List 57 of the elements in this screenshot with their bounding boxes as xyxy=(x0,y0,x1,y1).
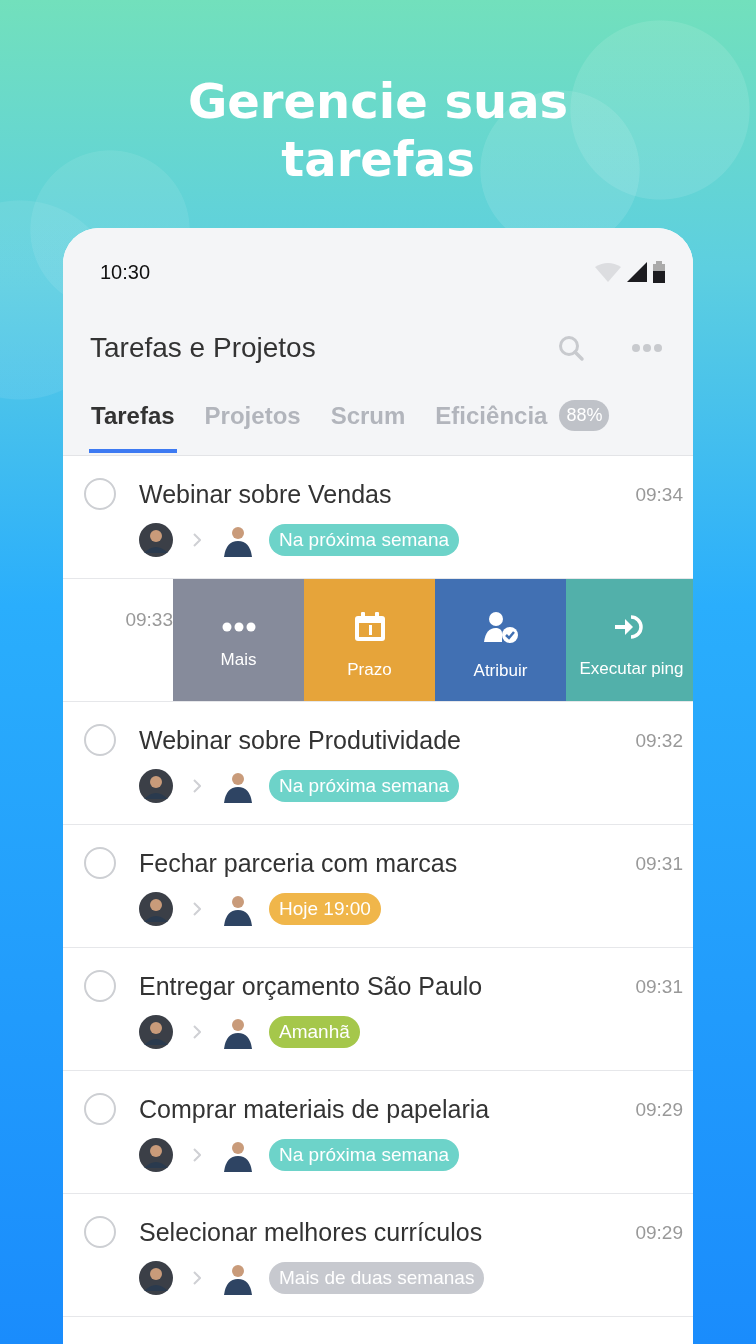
due-tag: Na próxima semana xyxy=(269,1139,460,1171)
screen-title: Tarefas e Projetos xyxy=(90,332,317,364)
task-checkbox[interactable] xyxy=(84,478,116,510)
task-time: 09:29 xyxy=(635,1098,683,1121)
chevron-icon xyxy=(193,1148,201,1162)
battery-icon xyxy=(653,261,665,283)
avatar-icon xyxy=(139,892,173,926)
more-icon xyxy=(221,622,256,632)
swipe-action[interactable]: Atribuir xyxy=(435,579,566,701)
percent-badge: 88% xyxy=(559,400,610,431)
chevron-icon xyxy=(193,779,201,793)
task-time: 09:33 xyxy=(124,609,173,632)
due-tag: Na próxima semana xyxy=(269,770,460,802)
due-tag: Amanhã xyxy=(269,1016,360,1048)
status-time: 10:30 xyxy=(100,260,151,284)
tab[interactable]: Tarefas xyxy=(89,400,177,453)
task-time: 09:31 xyxy=(635,852,683,875)
task-row[interactable]: Webinar sobre Vendas 09:34 Na próxima semana xyxy=(63,456,693,579)
due-tag: Hoje 19:00 xyxy=(269,893,381,925)
task-title: Comprar materiais de papelaria xyxy=(139,1095,490,1124)
avatar-icon xyxy=(139,1015,173,1049)
task-time: 09:32 xyxy=(635,729,683,752)
signal-icon xyxy=(627,262,647,282)
task-row[interactable]: Comprar materiais de papelaria 09:29 Na próxima semana xyxy=(63,1071,693,1194)
task-checkbox[interactable] xyxy=(84,1093,116,1125)
task-time: 09:29 xyxy=(635,1221,683,1244)
task-title: Webinar sobre Produtividade xyxy=(139,726,461,755)
task-time: 09:34 xyxy=(635,483,683,506)
avatar-icon xyxy=(139,769,173,803)
search-icon[interactable] xyxy=(557,334,585,362)
calendar-icon xyxy=(353,612,386,642)
task-row[interactable]: Fechar parceria com marcas 09:31 Hoje 19:00 xyxy=(63,825,693,948)
task-checkbox[interactable] xyxy=(84,970,116,1002)
task-time: 09:31 xyxy=(635,975,683,998)
task-row[interactable]: Entregar orçamento São Paulo 09:31 Amanhã xyxy=(63,948,693,1071)
task-checkbox[interactable] xyxy=(84,724,116,756)
wifi-icon xyxy=(595,262,621,282)
task-row[interactable]: Webinar sobre Produtividade 09:32 Na próxima semana xyxy=(63,702,693,825)
chevron-icon xyxy=(193,1271,201,1285)
chevron-icon xyxy=(193,533,201,547)
task-title: Selecionar melhores currículos xyxy=(139,1218,483,1247)
avatar-icon xyxy=(139,1261,173,1295)
more-icon[interactable] xyxy=(631,343,663,353)
task-checkbox[interactable] xyxy=(84,847,116,879)
avatar-icon xyxy=(139,1138,173,1172)
chevron-icon xyxy=(193,1025,201,1039)
task-row[interactable]: Selecionar melhores currículos 09:29 Mais de duas semanas xyxy=(63,1194,693,1317)
headline: Gerencie suas tarefas xyxy=(186,72,570,188)
chevron-icon xyxy=(193,902,201,916)
due-tag: Mais de duas semanas xyxy=(269,1262,485,1294)
task-checkbox[interactable] xyxy=(84,1216,116,1248)
person-check-icon xyxy=(483,611,518,643)
avatar-icon xyxy=(139,523,173,557)
task-title: Entregar orçamento São Paulo xyxy=(139,972,483,1001)
due-tag: Na próxima semana xyxy=(269,524,460,556)
task-title: Fechar parceria com marcas xyxy=(139,849,458,878)
task-title: Webinar sobre Vendas xyxy=(139,480,392,509)
